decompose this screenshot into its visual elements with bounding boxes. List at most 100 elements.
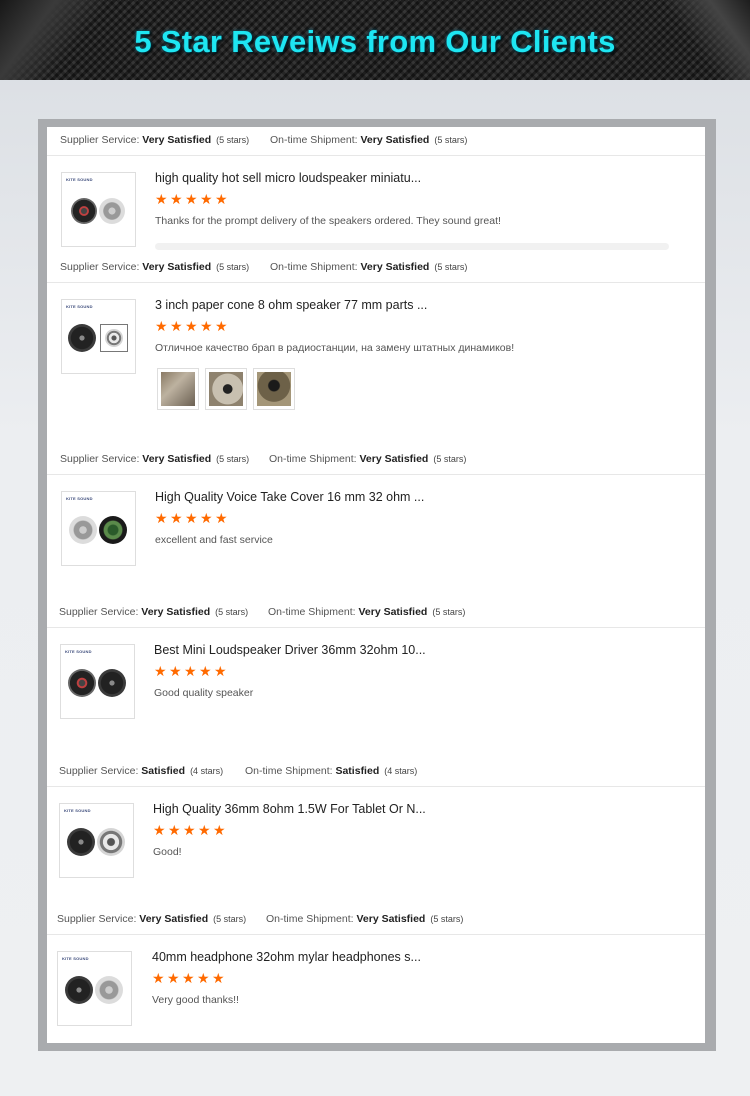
reviews-panel: Supplier Service: Very Satisfied (5 stars…	[47, 127, 705, 1043]
speaker-image	[97, 828, 125, 856]
star-icon: ★	[154, 664, 167, 680]
shipment-value: Very Satisfied	[360, 261, 430, 273]
product-title[interactable]: High Quality Voice Take Cover 16 mm 32 o…	[155, 490, 424, 504]
supplier-service-value: Satisfied	[141, 765, 186, 777]
speaker-image	[100, 324, 128, 352]
divider	[47, 934, 705, 935]
shipment-value: Satisfied	[335, 765, 380, 777]
star-icon: ★	[155, 319, 168, 335]
star-icon: ★	[185, 192, 198, 208]
product-thumbnail[interactable]: KITE SOUND	[61, 491, 136, 566]
divider	[47, 786, 705, 787]
shipment-value: Very Satisfied	[358, 606, 428, 618]
shipment-label: On-time Shipment:	[270, 261, 358, 273]
review-comment: Thanks for the prompt delivery of the sp…	[155, 215, 501, 227]
supplier-service-stars: (5 stars)	[216, 262, 250, 272]
photo-image	[161, 372, 195, 406]
supplier-service-stars: (5 stars)	[213, 914, 247, 924]
shipment-rating: On-time Shipment: Very Satisfied (5 stars…	[270, 127, 467, 153]
speaker-image	[68, 669, 96, 697]
photo-image	[209, 372, 243, 406]
shipment-label: On-time Shipment:	[266, 913, 354, 925]
product-title[interactable]: Best Mini Loudspeaker Driver 36mm 32ohm …	[154, 643, 426, 657]
star-icon: ★	[183, 823, 196, 839]
shipment-label: On-time Shipment:	[269, 453, 357, 465]
star-icon: ★	[155, 511, 168, 527]
shipment-value: Very Satisfied	[360, 134, 430, 146]
star-icon: ★	[169, 664, 182, 680]
supplier-service-value: Very Satisfied	[141, 606, 211, 618]
shipment-label: On-time Shipment:	[268, 606, 356, 618]
supplier-service-value: Very Satisfied	[142, 261, 212, 273]
thumbnail-brand: KITE SOUND	[66, 496, 93, 501]
review-photo[interactable]	[253, 368, 295, 410]
supplier-service-stars: (5 stars)	[216, 454, 250, 464]
speaker-image	[98, 669, 126, 697]
review-photo[interactable]	[157, 368, 199, 410]
speaker-image	[99, 516, 127, 544]
photo-image	[257, 372, 291, 406]
star-icon: ★	[170, 511, 183, 527]
star-icon: ★	[215, 511, 228, 527]
product-thumbnail[interactable]: KITE SOUND	[60, 644, 135, 719]
review-ratings: Supplier Service: Very Satisfied (5 stars…	[60, 254, 718, 280]
star-icon: ★	[199, 664, 212, 680]
speaker-image	[71, 198, 97, 224]
rating-stars: ★ ★ ★ ★ ★	[155, 192, 228, 208]
star-icon: ★	[215, 319, 228, 335]
divider	[47, 474, 705, 475]
star-icon: ★	[197, 971, 210, 987]
star-icon: ★	[152, 971, 165, 987]
review-ratings: Supplier Service: Very Satisfied (5 stars…	[60, 127, 718, 153]
supplier-service-value: Very Satisfied	[142, 134, 212, 146]
product-title[interactable]: 3 inch paper cone 8 ohm speaker 77 mm pa…	[155, 298, 427, 312]
shipment-value: Very Satisfied	[359, 453, 429, 465]
star-icon: ★	[212, 971, 225, 987]
shipment-stars: (5 stars)	[430, 914, 464, 924]
thumbnail-brand: KITE SOUND	[62, 956, 89, 961]
shipment-rating: On-time Shipment: Very Satisfied (5 stars…	[268, 599, 465, 625]
star-icon: ★	[213, 823, 226, 839]
rating-stars: ★ ★ ★ ★ ★	[155, 511, 228, 527]
speaker-image	[65, 976, 93, 1004]
supplier-service-label: Supplier Service:	[60, 453, 140, 465]
rating-stars: ★ ★ ★ ★ ★	[152, 971, 225, 987]
review-ratings: Supplier Service: Very Satisfied (5 stars…	[59, 599, 717, 625]
star-icon: ★	[182, 971, 195, 987]
product-thumbnail[interactable]: KITE SOUND	[61, 299, 136, 374]
divider	[47, 282, 705, 283]
product-thumbnail[interactable]: KITE SOUND	[61, 172, 136, 247]
reviews-frame: Supplier Service: Very Satisfied (5 stars…	[38, 119, 716, 1051]
review-photo[interactable]	[205, 368, 247, 410]
star-icon: ★	[155, 192, 168, 208]
horizontal-scrollbar[interactable]	[155, 243, 669, 250]
shipment-stars: (5 stars)	[434, 135, 468, 145]
review-comment: Отличное качество брап в радиостанции, н…	[155, 342, 515, 354]
star-icon: ★	[170, 319, 183, 335]
thumbnail-brand: KITE SOUND	[64, 808, 91, 813]
product-thumbnail[interactable]: KITE SOUND	[59, 803, 134, 878]
review-ratings: Supplier Service: Very Satisfied (5 stars…	[57, 906, 715, 932]
shipment-label: On-time Shipment:	[245, 765, 333, 777]
speaker-image	[67, 828, 95, 856]
thumbnail-brand: KITE SOUND	[66, 177, 93, 182]
product-thumbnail[interactable]: KITE SOUND	[57, 951, 132, 1026]
star-icon: ★	[200, 192, 213, 208]
product-title[interactable]: high quality hot sell micro loudspeaker …	[155, 171, 421, 185]
supplier-service-label: Supplier Service:	[59, 765, 139, 777]
product-title[interactable]: High Quality 36mm 8ohm 1.5W For Tablet O…	[153, 802, 426, 816]
star-icon: ★	[185, 319, 198, 335]
speaker-image	[99, 198, 125, 224]
review-ratings: Supplier Service: Satisfied (4 stars) On-…	[59, 758, 717, 784]
supplier-service-label: Supplier Service:	[57, 913, 137, 925]
shipment-stars: (4 stars)	[384, 766, 418, 776]
shipment-value: Very Satisfied	[356, 913, 426, 925]
review-comment: Very good thanks!!	[152, 994, 239, 1006]
supplier-service-value: Very Satisfied	[142, 453, 212, 465]
shipment-rating: On-time Shipment: Very Satisfied (5 stars…	[270, 254, 467, 280]
shipment-label: On-time Shipment:	[270, 134, 358, 146]
product-title[interactable]: 40mm headphone 32ohm mylar headphones s.…	[152, 950, 421, 964]
review-comment: excellent and fast service	[155, 534, 273, 546]
rating-stars: ★ ★ ★ ★ ★	[155, 319, 228, 335]
star-icon: ★	[168, 823, 181, 839]
